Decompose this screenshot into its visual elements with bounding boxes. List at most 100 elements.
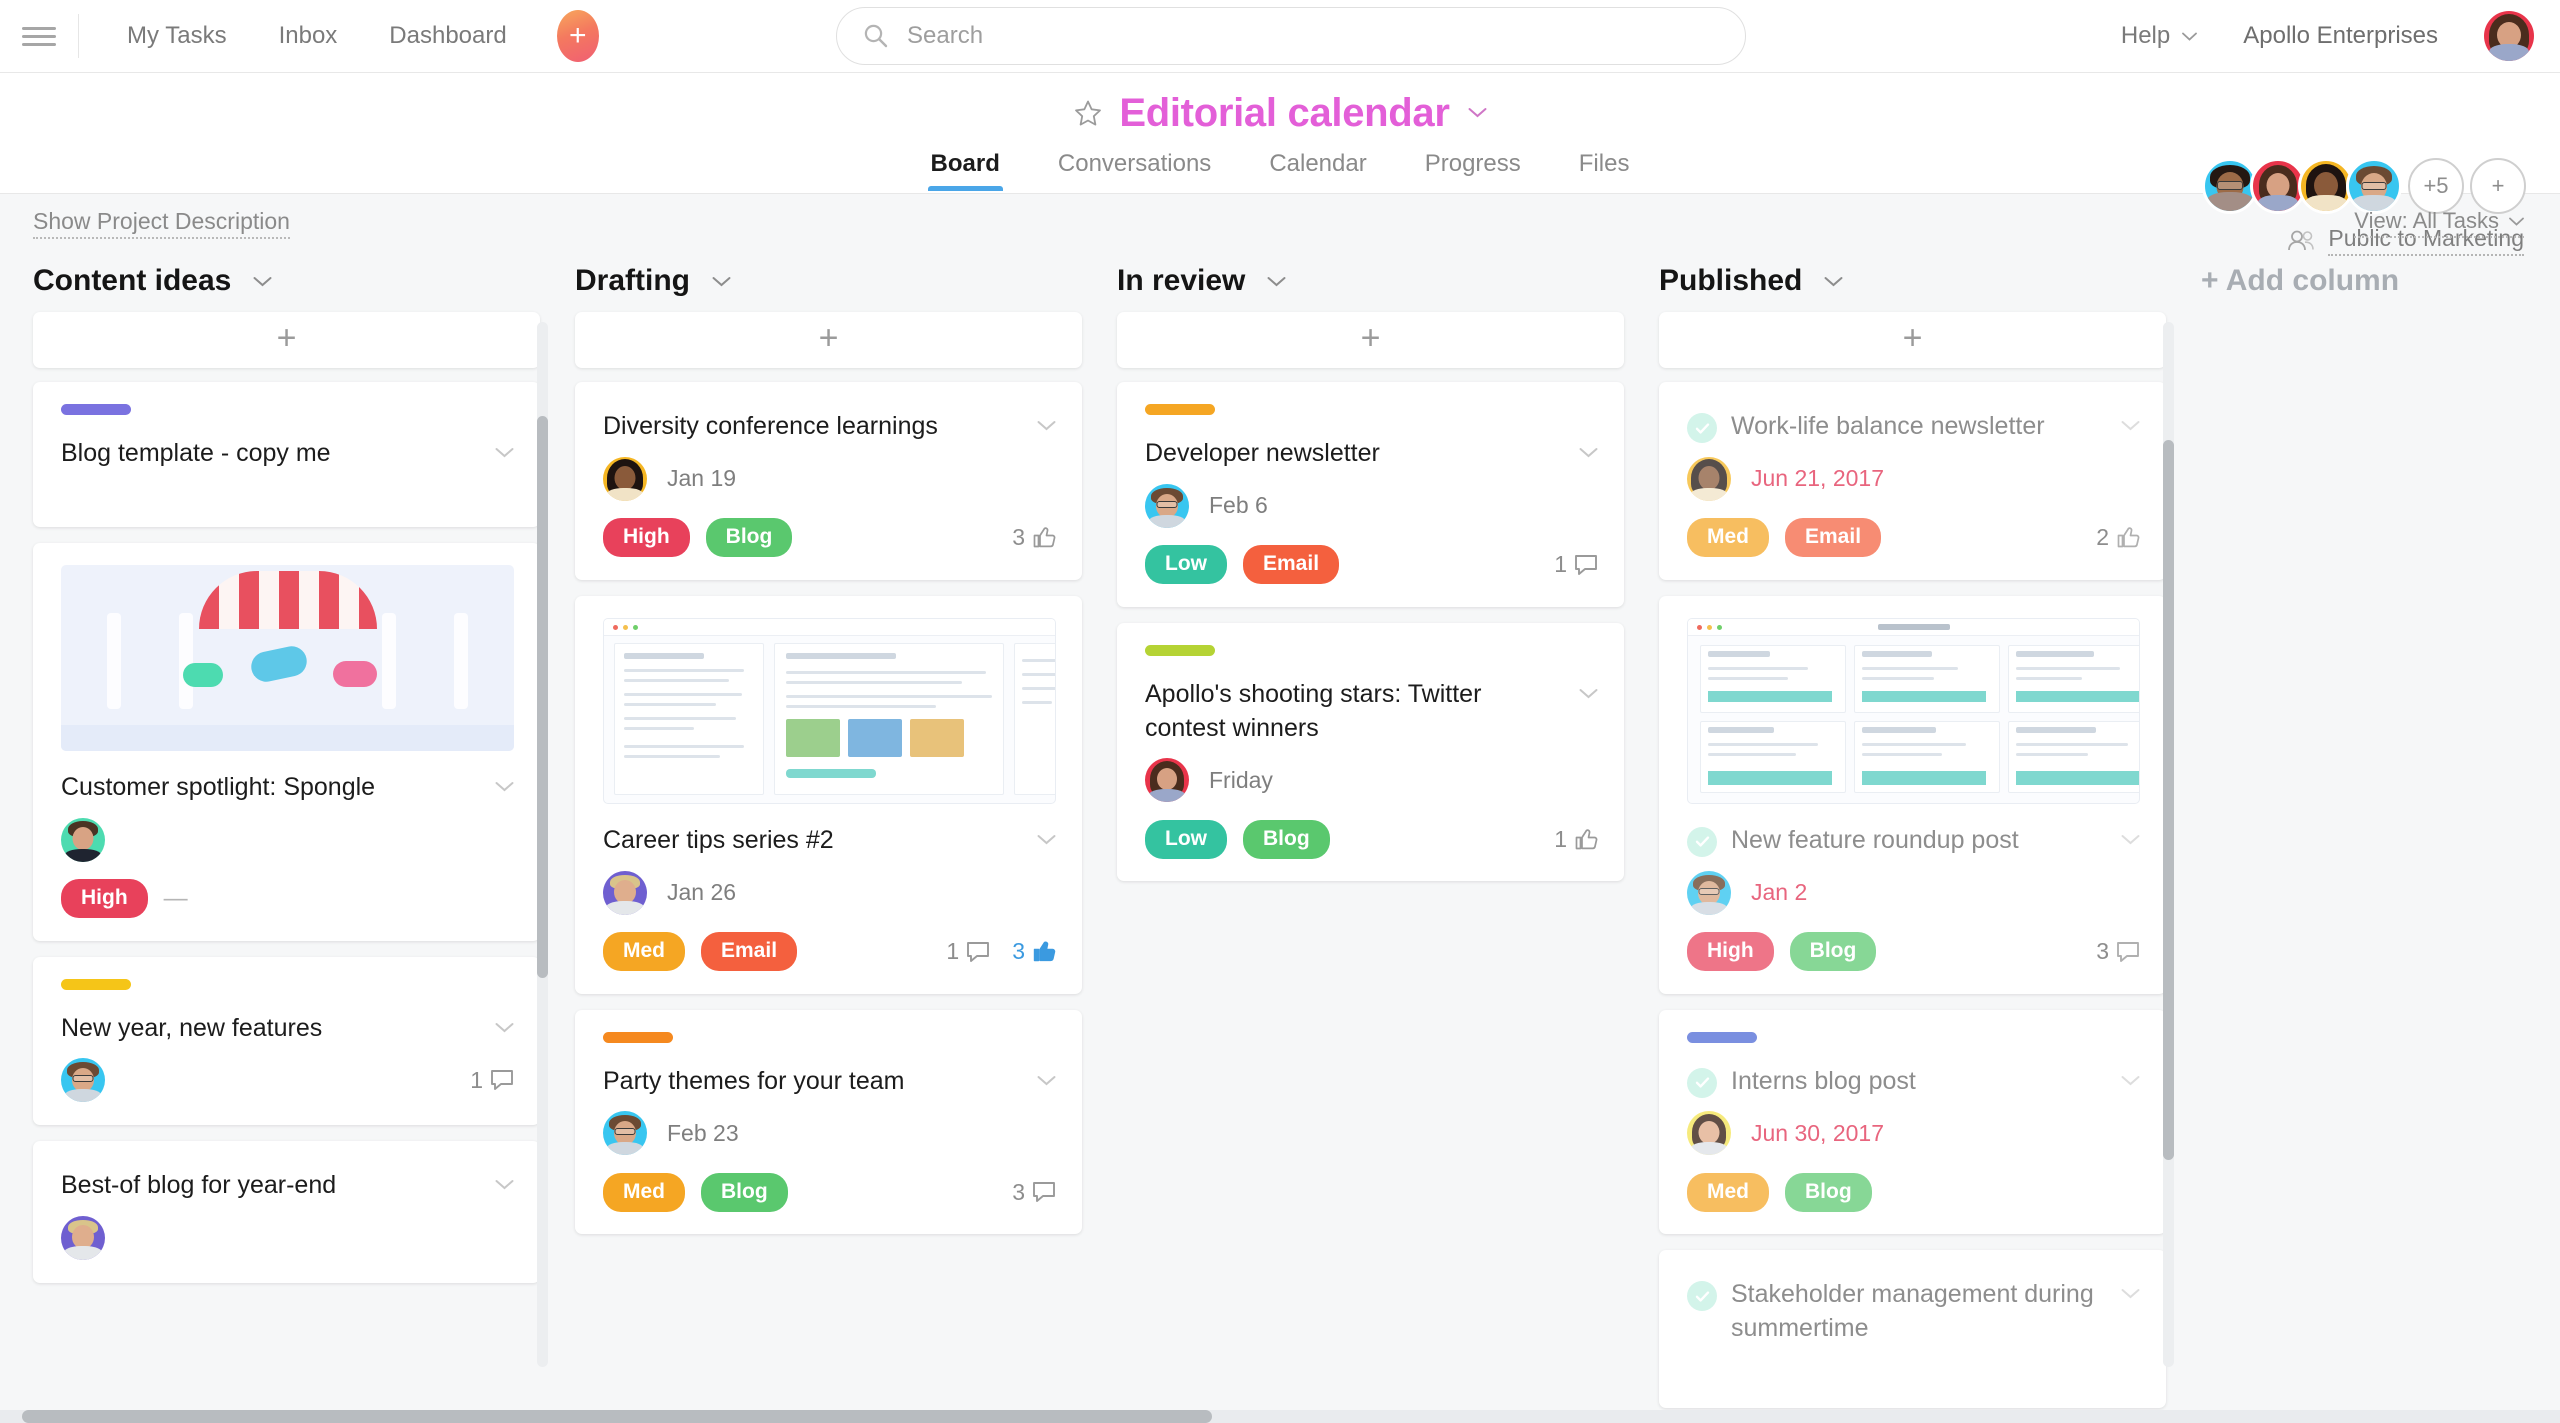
due-date[interactable]: Feb 6 bbox=[1209, 492, 1268, 519]
card-menu-chevron-down-icon[interactable] bbox=[495, 1020, 514, 1038]
card-menu-chevron-down-icon[interactable] bbox=[1579, 445, 1598, 463]
card-menu-chevron-down-icon[interactable] bbox=[1037, 1073, 1056, 1091]
project-menu-chevron-down-icon[interactable] bbox=[1468, 105, 1487, 123]
search-bar[interactable] bbox=[836, 7, 1746, 65]
organization-name[interactable]: Apollo Enterprises bbox=[2243, 22, 2438, 50]
tab-progress[interactable]: Progress bbox=[1425, 150, 1521, 191]
like-count[interactable]: 3 bbox=[1012, 938, 1056, 965]
card-menu-chevron-down-icon[interactable] bbox=[2121, 1286, 2140, 1304]
column-title[interactable]: Content ideas bbox=[33, 264, 231, 298]
nav-link-my-tasks[interactable]: My Tasks bbox=[127, 22, 227, 50]
task-card[interactable]: New feature roundup post Jan 2 High Blog… bbox=[1659, 595, 2166, 994]
show-project-description-link[interactable]: Show Project Description bbox=[33, 208, 290, 239]
due-date[interactable]: Jun 21, 2017 bbox=[1751, 465, 1884, 492]
column-menu-chevron-down-icon[interactable] bbox=[253, 276, 272, 287]
add-column-button[interactable]: + Add column bbox=[2201, 250, 2399, 298]
quick-add-button[interactable]: + bbox=[556, 10, 599, 62]
task-complete-check-icon[interactable] bbox=[1687, 413, 1717, 443]
priority-tag[interactable]: Med bbox=[603, 932, 685, 971]
due-date[interactable]: Jan 19 bbox=[667, 465, 736, 492]
column-scrollbar[interactable] bbox=[2163, 322, 2174, 1367]
due-date[interactable]: Jun 30, 2017 bbox=[1751, 1120, 1884, 1147]
task-card[interactable]: New year, new features 1 bbox=[33, 956, 540, 1126]
priority-tag[interactable]: Low bbox=[1145, 819, 1227, 859]
priority-tag[interactable]: Low bbox=[1145, 545, 1227, 585]
priority-tag[interactable]: Med bbox=[1687, 1172, 1769, 1212]
task-complete-check-icon[interactable] bbox=[1687, 826, 1717, 857]
star-outline-icon[interactable] bbox=[1073, 99, 1103, 129]
priority-tag[interactable]: High bbox=[603, 518, 690, 558]
tab-board[interactable]: Board bbox=[927, 150, 1004, 191]
task-card[interactable]: Stakeholder management during summertime bbox=[1659, 1250, 2166, 1408]
board-horizontal-scrollbar[interactable] bbox=[0, 1410, 2560, 1423]
due-date[interactable]: Friday bbox=[1209, 767, 1273, 794]
task-card[interactable]: Career tips series #2 Jan 26 Med Email 1… bbox=[575, 595, 1082, 994]
card-menu-chevron-down-icon[interactable] bbox=[495, 445, 514, 463]
comment-count[interactable]: 1 bbox=[1554, 551, 1598, 578]
card-menu-chevron-down-icon[interactable] bbox=[495, 1177, 514, 1195]
page-title[interactable]: Editorial calendar bbox=[1119, 91, 1450, 136]
category-tag[interactable]: Blog bbox=[1243, 819, 1330, 859]
column-menu-chevron-down-icon[interactable] bbox=[1267, 276, 1286, 287]
priority-tag[interactable]: High bbox=[61, 879, 148, 918]
assignee-avatar[interactable] bbox=[61, 1216, 105, 1260]
task-card[interactable]: Work-life balance newsletter Jun 21, 201… bbox=[1659, 382, 2166, 580]
column-scrollbar[interactable] bbox=[537, 322, 548, 1367]
task-card[interactable]: Customer spotlight: Spongle High — bbox=[33, 542, 540, 941]
assignee-avatar[interactable] bbox=[1145, 758, 1189, 803]
assignee-avatar[interactable] bbox=[61, 817, 105, 862]
like-count[interactable]: 2 bbox=[2096, 524, 2140, 551]
card-menu-chevron-down-icon[interactable] bbox=[1037, 832, 1056, 850]
due-date[interactable]: Feb 23 bbox=[667, 1120, 739, 1147]
task-attachment-thumbnail[interactable] bbox=[1687, 617, 2140, 804]
category-tag[interactable]: Email bbox=[1243, 545, 1340, 585]
task-attachment-thumbnail[interactable] bbox=[61, 564, 514, 751]
like-count[interactable]: 3 bbox=[1012, 524, 1056, 551]
add-card-button[interactable]: + bbox=[1659, 312, 2166, 368]
task-complete-check-icon[interactable] bbox=[1687, 1281, 1717, 1312]
tab-calendar[interactable]: Calendar bbox=[1269, 150, 1366, 191]
help-menu[interactable]: Help bbox=[2121, 22, 2198, 50]
add-card-button[interactable]: + bbox=[33, 312, 540, 368]
assignee-avatar[interactable] bbox=[61, 1058, 105, 1103]
assignee-avatar[interactable] bbox=[1145, 483, 1189, 528]
tab-files[interactable]: Files bbox=[1579, 150, 1630, 191]
column-title[interactable]: Published bbox=[1659, 264, 1802, 298]
card-menu-chevron-down-icon[interactable] bbox=[1579, 686, 1598, 704]
current-user-avatar[interactable] bbox=[2484, 11, 2534, 61]
task-attachment-thumbnail[interactable] bbox=[603, 617, 1056, 804]
card-menu-chevron-down-icon[interactable] bbox=[2121, 1073, 2140, 1091]
card-menu-chevron-down-icon[interactable] bbox=[495, 779, 514, 797]
search-input[interactable] bbox=[907, 22, 1719, 50]
task-card[interactable]: Blog template - copy me bbox=[33, 382, 540, 527]
task-card[interactable]: Best-of blog for year-end bbox=[33, 1141, 540, 1283]
task-card[interactable]: Party themes for your team Feb 23 Med Bl… bbox=[575, 1009, 1082, 1235]
category-tag[interactable]: Blog bbox=[701, 1172, 788, 1212]
priority-tag[interactable]: High bbox=[1687, 932, 1774, 971]
task-complete-check-icon[interactable] bbox=[1687, 1067, 1717, 1098]
comment-count[interactable]: 3 bbox=[2096, 938, 2140, 965]
category-tag[interactable]: Blog bbox=[1785, 1172, 1872, 1212]
tab-conversations[interactable]: Conversations bbox=[1058, 150, 1211, 191]
assignee-avatar[interactable] bbox=[1687, 456, 1731, 501]
task-card[interactable]: Apollo's shooting stars: Twitter contest… bbox=[1117, 622, 1624, 882]
category-tag[interactable]: Email bbox=[1785, 518, 1882, 558]
nav-link-inbox[interactable]: Inbox bbox=[279, 22, 338, 50]
priority-tag[interactable]: Med bbox=[603, 1172, 685, 1212]
hamburger-menu-icon[interactable] bbox=[22, 22, 56, 51]
column-title[interactable]: Drafting bbox=[575, 264, 690, 298]
assignee-avatar[interactable] bbox=[1687, 1111, 1731, 1156]
category-tag[interactable]: Blog bbox=[705, 518, 793, 558]
assignee-avatar[interactable] bbox=[603, 870, 647, 915]
column-title[interactable]: In review bbox=[1117, 264, 1245, 298]
category-tag[interactable]: Blog bbox=[1789, 932, 1877, 971]
card-menu-chevron-down-icon[interactable] bbox=[2121, 418, 2140, 436]
like-count[interactable]: 1 bbox=[1554, 826, 1598, 853]
assignee-avatar[interactable] bbox=[1687, 870, 1731, 915]
column-menu-chevron-down-icon[interactable] bbox=[1824, 276, 1843, 287]
category-tag[interactable]: Email bbox=[701, 932, 798, 971]
assignee-avatar[interactable] bbox=[603, 1111, 647, 1156]
due-date[interactable]: Jan 2 bbox=[1751, 879, 1807, 906]
task-card[interactable]: Developer newsletter Feb 6 Low Email 1 bbox=[1117, 382, 1624, 607]
priority-tag[interactable]: Med bbox=[1687, 518, 1769, 558]
